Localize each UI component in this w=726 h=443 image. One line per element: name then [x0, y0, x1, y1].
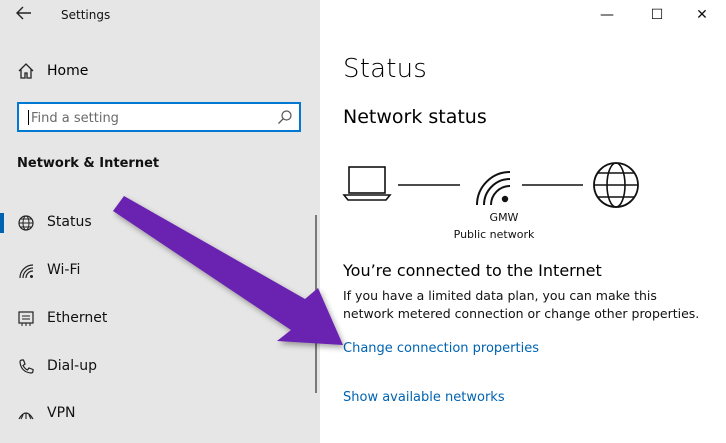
- maximize-icon: ☐: [650, 7, 664, 23]
- selected-indicator: [0, 213, 4, 233]
- status-globe-icon: [18, 215, 34, 231]
- network-name: GMW: [489, 211, 519, 224]
- minimize-button[interactable]: —: [584, 0, 630, 30]
- change-connection-properties-link[interactable]: Change connection properties: [343, 341, 539, 356]
- sidebar-item-label: Ethernet: [47, 310, 108, 326]
- search-box[interactable]: [17, 102, 301, 132]
- sidebar-scrollbar[interactable]: [315, 215, 317, 393]
- minimize-icon: —: [600, 7, 614, 23]
- connection-description: If you have a limited data plan, you can…: [343, 288, 700, 321]
- sidebar-item-dialup[interactable]: Dial-up: [0, 349, 310, 385]
- sidebar-item-label: Status: [47, 214, 92, 230]
- connected-heading: You’re connected to the Internet: [343, 261, 602, 280]
- network-status-heading: Network status: [343, 106, 487, 128]
- ethernet-icon: [18, 311, 34, 326]
- network-type: Public network: [453, 228, 535, 241]
- close-button[interactable]: ✕: [679, 0, 725, 30]
- main-pane: — ☐ ✕ Status Network status GMW Public n…: [320, 0, 726, 443]
- back-button[interactable]: [12, 4, 36, 26]
- search-input[interactable]: [29, 107, 273, 129]
- network-wifi-icon: [476, 171, 511, 206]
- dialup-icon: [19, 359, 34, 374]
- sidebar: Settings Home Network & Internet Statu: [0, 0, 320, 443]
- home-label: Home: [47, 63, 89, 79]
- sidebar-item-status[interactable]: Status: [0, 205, 310, 241]
- sidebar-item-vpn[interactable]: VPN: [0, 396, 310, 432]
- sidebar-item-label: Dial-up: [47, 358, 97, 374]
- sidebar-item-label: Wi-Fi: [47, 262, 81, 278]
- sidebar-item-label: VPN: [47, 405, 76, 421]
- page-title: Status: [343, 54, 428, 84]
- app-title: Settings: [61, 8, 111, 22]
- sidebar-item-wifi[interactable]: Wi-Fi: [0, 253, 310, 289]
- close-icon: ✕: [696, 7, 708, 23]
- show-available-networks-link[interactable]: Show available networks: [343, 390, 505, 405]
- sidebar-item-ethernet[interactable]: Ethernet: [0, 301, 310, 337]
- back-arrow-icon: [16, 6, 31, 20]
- laptop-icon: [342, 166, 392, 201]
- wifi-icon: [19, 264, 34, 279]
- sidebar-item-home[interactable]: Home: [17, 60, 297, 84]
- search-icon[interactable]: [277, 109, 293, 125]
- section-title: Network & Internet: [17, 156, 160, 171]
- maximize-button[interactable]: ☐: [634, 0, 680, 30]
- settings-window: Settings Home Network & Internet Statu: [0, 0, 726, 443]
- internet-globe-icon: [593, 162, 639, 208]
- home-icon: [18, 63, 34, 79]
- vpn-icon: [18, 412, 34, 420]
